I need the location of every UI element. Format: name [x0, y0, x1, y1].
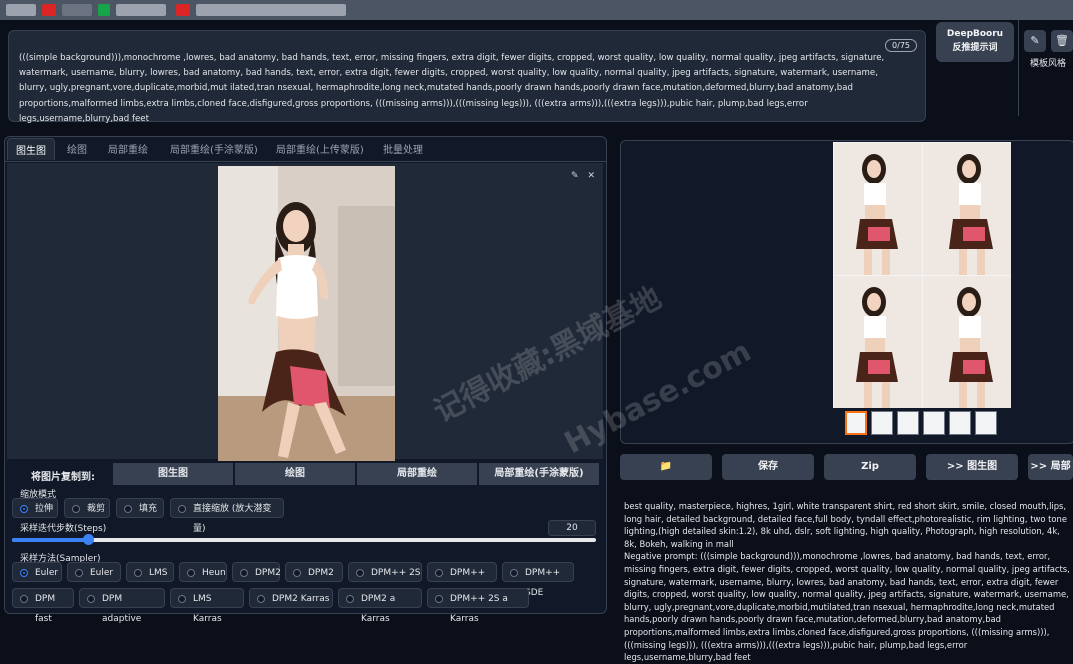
- copy-to-sketch-button[interactable]: 绘图: [235, 463, 355, 485]
- style-label: 模板风格: [1030, 59, 1067, 69]
- sampler-option-euler[interactable]: Euler: [67, 562, 121, 582]
- sampler-option-lms-karras[interactable]: LMS Karras: [170, 588, 244, 624]
- image-tools: ✎ ✕: [571, 171, 595, 181]
- sampler-option-euler-a[interactable]: Euler a: [12, 562, 62, 598]
- tab-img2img[interactable]: 图生图: [7, 138, 55, 160]
- sampler-option-dpm-adaptive[interactable]: DPM adaptive: [79, 588, 165, 624]
- zip-button[interactable]: Zip: [824, 454, 916, 480]
- pencil-icon: ✎: [1030, 34, 1040, 47]
- sampler-option-dpm2-karras[interactable]: DPM2 Karras: [249, 588, 333, 608]
- resize-option-latent[interactable]: 直接缩放 (放大潜变量): [170, 498, 284, 534]
- resize-option-stretch[interactable]: 拉伸: [12, 498, 58, 518]
- resize-option-fill[interactable]: 填充: [116, 498, 164, 518]
- output-gallery-panel: [620, 140, 1073, 444]
- gallery-thumb-2[interactable]: [897, 411, 919, 435]
- folder-icon: 📁: [659, 461, 673, 472]
- sampler-option-dpm2-a[interactable]: DPM2 a: [285, 562, 343, 598]
- generation-info: best quality, masterpiece, highres, 1gir…: [624, 500, 1073, 664]
- copy-to-img2img-button[interactable]: 图生图: [113, 463, 233, 485]
- sampler-option-dpm2[interactable]: DPM2: [232, 562, 281, 582]
- tab-inpaint-upload[interactable]: 局部重绘(上传蒙版): [276, 141, 364, 156]
- steps-slider[interactable]: [12, 534, 596, 545]
- send-to-img2img-button[interactable]: >> 图生图: [926, 454, 1018, 480]
- copy-to-inpaint-button[interactable]: 局部重绘: [357, 463, 477, 485]
- sampler-option-dpm-fast[interactable]: DPM fast: [12, 588, 74, 624]
- tab-sketch[interactable]: 绘图: [67, 141, 87, 156]
- output-image-2: [923, 143, 1011, 275]
- sampler-option-dpm-2s-a[interactable]: DPM++ 2S a: [348, 562, 422, 598]
- mode-tabs: 图生图 绘图 局部重绘 局部重绘(手涂蒙版) 局部重绘(上传蒙版) 批量处理: [5, 137, 606, 162]
- gallery-thumb-5[interactable]: [975, 411, 997, 435]
- send-to-inpaint-button[interactable]: >> 局部: [1028, 454, 1073, 480]
- gallery-thumb-1[interactable]: [871, 411, 893, 435]
- deepbooru-button[interactable]: DeepBooru 反推提示词: [936, 22, 1014, 62]
- sampler-option-heun[interactable]: Heun: [179, 562, 227, 582]
- tab-batch[interactable]: 批量处理: [383, 141, 423, 156]
- steps-input[interactable]: 20: [548, 520, 596, 536]
- trash-icon: 🗑: [1055, 34, 1069, 47]
- gallery-thumb-grid[interactable]: [845, 411, 867, 435]
- deepbooru-label: DeepBooru: [946, 29, 1004, 39]
- image-upload-area[interactable]: ✎ ✕: [7, 163, 603, 461]
- generation-prompt: best quality, masterpiece, highres, 1gir…: [624, 501, 1067, 549]
- gallery-thumb-3[interactable]: [923, 411, 945, 435]
- copy-to-inpaint-sketch-button[interactable]: 局部重绘(手涂蒙版): [479, 463, 599, 485]
- copy-image-row: 将图片复制到: 图生图 绘图 局部重绘 局部重绘(手涂蒙版): [5, 461, 606, 487]
- steps-slider-fill: [12, 538, 88, 542]
- open-folder-button[interactable]: 📁: [620, 454, 712, 480]
- negative-prompt-text: (((simple background))),monochrome ,lowr…: [19, 53, 885, 124]
- output-image-3: [834, 276, 922, 408]
- output-image-grid[interactable]: [833, 142, 1011, 408]
- tab-inpaint[interactable]: 局部重绘: [108, 141, 148, 156]
- output-image-1: [834, 143, 922, 275]
- source-image: [218, 166, 395, 461]
- output-image-4: [923, 276, 1011, 408]
- steps-label: 采样迭代步数(Steps): [20, 524, 107, 534]
- sampler-option-dpm-sde[interactable]: DPM++ SDE: [502, 562, 574, 598]
- delete-style-button[interactable]: 🗑: [1051, 30, 1073, 52]
- deepbooru-sublabel: 反推提示词: [952, 43, 998, 53]
- copy-label: 将图片复制到:: [31, 472, 95, 483]
- close-image-icon[interactable]: ✕: [587, 171, 595, 181]
- browser-top-bar: [0, 0, 1073, 20]
- save-button[interactable]: 保存: [722, 454, 814, 480]
- apply-style-button[interactable]: ✎: [1024, 30, 1046, 52]
- sampler-option-dpm-2s-a-karras[interactable]: DPM++ 2S a Karras: [427, 588, 529, 624]
- resize-option-crop[interactable]: 裁剪: [64, 498, 110, 518]
- edit-image-icon[interactable]: ✎: [571, 171, 579, 181]
- generation-negative-prompt: Negative prompt: (((simple background)))…: [624, 551, 1070, 663]
- sampler-option-dpm2-a-karras[interactable]: DPM2 a Karras: [338, 588, 422, 624]
- gallery-thumb-4[interactable]: [949, 411, 971, 435]
- img2img-panel: 图生图 绘图 局部重绘 局部重绘(手涂蒙版) 局部重绘(上传蒙版) 批量处理 ✎…: [4, 136, 607, 614]
- tab-inpaint-sketch[interactable]: 局部重绘(手涂蒙版): [170, 141, 258, 156]
- negative-prompt-textarea[interactable]: 0/75 (((simple background))),monochrome …: [8, 30, 926, 124]
- sampler-option-dpm-2m[interactable]: DPM++ 2M: [427, 562, 497, 598]
- sampler-option-lms[interactable]: LMS: [126, 562, 174, 582]
- steps-slider-thumb[interactable]: [82, 534, 94, 545]
